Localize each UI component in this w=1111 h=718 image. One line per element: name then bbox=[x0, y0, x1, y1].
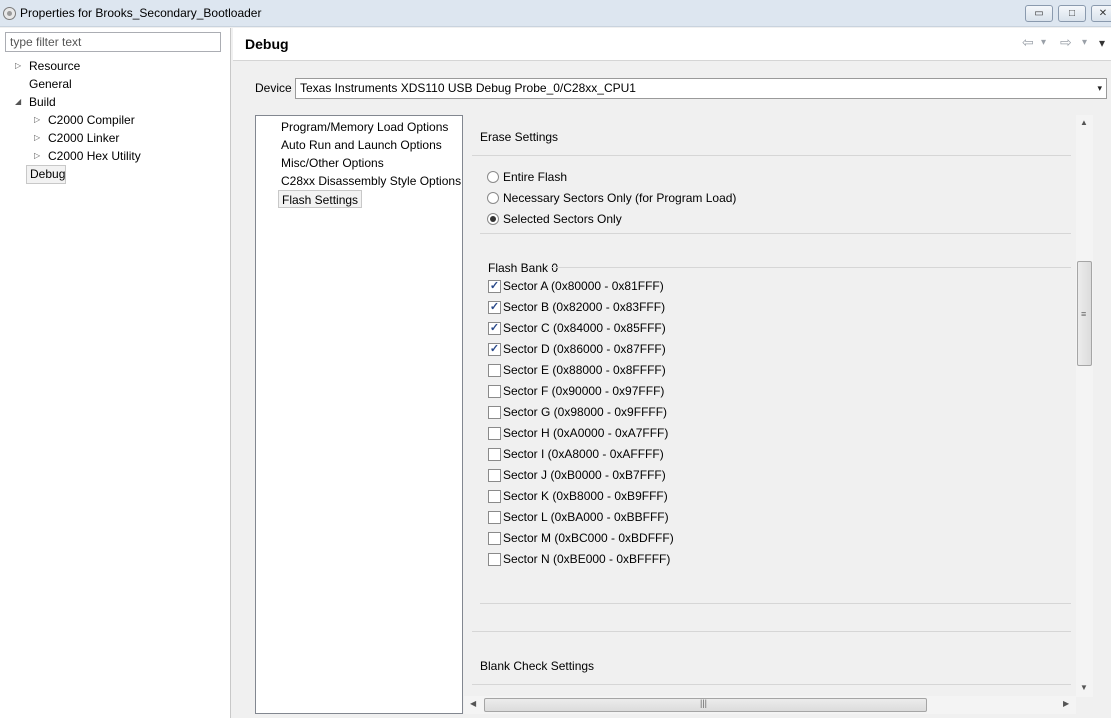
sector-label: Sector M (0xBC000 - 0xBDFFF) bbox=[503, 531, 674, 545]
title-bar: Properties for Brooks_Secondary_Bootload… bbox=[0, 0, 1111, 27]
page-title: Debug bbox=[245, 36, 289, 52]
sector-label: Sector C (0x84000 - 0x85FFF) bbox=[503, 321, 666, 335]
chevron-down-icon[interactable]: ▾ bbox=[1097, 79, 1102, 98]
checkbox[interactable] bbox=[488, 532, 501, 545]
divider bbox=[552, 267, 1071, 268]
sector-label: Sector F (0x90000 - 0x97FFF) bbox=[503, 384, 665, 398]
device-select[interactable]: Texas Instruments XDS110 USB Debug Probe… bbox=[295, 78, 1107, 99]
checkbox-checked[interactable]: ✓ bbox=[488, 322, 501, 335]
tree-item-general[interactable]: General bbox=[0, 75, 230, 93]
scroll-up-icon[interactable]: ▲ bbox=[1080, 118, 1088, 127]
sector-label: Sector J (0xB0000 - 0xB7FFF) bbox=[503, 468, 666, 482]
horizontal-scroll-thumb[interactable]: ||| bbox=[484, 698, 927, 712]
divider bbox=[472, 155, 1071, 156]
sector-label: Sector A (0x80000 - 0x81FFF) bbox=[503, 279, 664, 293]
divider bbox=[480, 233, 1071, 234]
left-pane: ▷ Resource General ◢ Build ▷ C2000 Compi… bbox=[0, 28, 231, 718]
flash-settings-panel: Erase Settings Entire Flash Necessary Se… bbox=[464, 115, 1071, 696]
tree-item-label: Resource bbox=[29, 59, 81, 73]
tree-item-label: C2000 Compiler bbox=[48, 113, 135, 127]
divider bbox=[472, 631, 1071, 632]
category-flash-settings[interactable]: Flash Settings bbox=[278, 190, 363, 208]
category-misc-other[interactable]: Misc/Other Options bbox=[281, 154, 384, 172]
checkbox[interactable] bbox=[488, 469, 501, 482]
expand-arrow-icon[interactable]: ▷ bbox=[15, 57, 21, 75]
grip-icon: ||| bbox=[700, 698, 708, 708]
device-label: Device bbox=[255, 81, 292, 95]
sector-label: Sector B (0x82000 - 0x83FFF) bbox=[503, 300, 666, 314]
tree-item-label: C2000 Linker bbox=[48, 131, 120, 145]
checkbox[interactable] bbox=[488, 553, 501, 566]
radio-button[interactable] bbox=[487, 213, 499, 225]
radio-button[interactable] bbox=[487, 192, 499, 204]
category-program-memory-load[interactable]: Program/Memory Load Options bbox=[281, 118, 448, 136]
forward-dropdown-icon[interactable]: ▾ bbox=[1082, 37, 1087, 48]
maximize-button[interactable]: □ bbox=[1058, 5, 1086, 22]
checkbox[interactable] bbox=[488, 364, 501, 377]
tree-item-resource[interactable]: ▷ Resource bbox=[0, 57, 230, 75]
back-dropdown-icon[interactable]: ▾ bbox=[1041, 37, 1046, 48]
tree-item-debug[interactable]: Debug bbox=[26, 165, 66, 184]
radio-label: Necessary Sectors Only (for Program Load… bbox=[503, 191, 737, 205]
sector-label: Sector N (0xBE000 - 0xBFFFF) bbox=[503, 552, 671, 566]
expand-arrow-icon[interactable]: ▷ bbox=[34, 147, 40, 165]
vertical-scrollbar[interactable]: ▲ ≡ ▼ bbox=[1076, 115, 1093, 697]
window-title: Properties for Brooks_Secondary_Bootload… bbox=[20, 6, 262, 20]
sector-label: Sector L (0xBA000 - 0xBBFFF) bbox=[503, 510, 669, 524]
sector-label: Sector H (0xA0000 - 0xA7FFF) bbox=[503, 426, 669, 440]
forward-arrow-icon[interactable]: ⇨ bbox=[1060, 34, 1072, 51]
radio-button[interactable] bbox=[487, 171, 499, 183]
divider bbox=[480, 603, 1071, 604]
page-header: Debug ⇦ ▾ ⇨ ▾ ▾ bbox=[233, 28, 1111, 61]
checkbox[interactable] bbox=[488, 448, 501, 461]
sector-label: Sector I (0xA8000 - 0xAFFFF) bbox=[503, 447, 664, 461]
checkbox[interactable] bbox=[488, 511, 501, 524]
close-button[interactable]: ✕ bbox=[1091, 5, 1111, 22]
checkbox[interactable] bbox=[488, 406, 501, 419]
category-disassembly-style[interactable]: C28xx Disassembly Style Options bbox=[281, 172, 461, 190]
tree-item-build[interactable]: ◢ Build bbox=[0, 93, 230, 111]
device-value: Texas Instruments XDS110 USB Debug Probe… bbox=[300, 81, 636, 95]
tree-item-c2000-hex-utility[interactable]: ▷ C2000 Hex Utility bbox=[0, 147, 230, 165]
checkbox-checked[interactable]: ✓ bbox=[488, 301, 501, 314]
right-pane: Debug ⇦ ▾ ⇨ ▾ ▾ Device Texas Instruments… bbox=[233, 28, 1111, 718]
radio-label: Selected Sectors Only bbox=[503, 212, 622, 226]
view-menu-icon[interactable]: ▾ bbox=[1099, 36, 1105, 50]
expand-arrow-icon[interactable]: ▷ bbox=[34, 111, 40, 129]
checkbox-checked[interactable]: ✓ bbox=[488, 343, 501, 356]
filter-input[interactable] bbox=[5, 32, 221, 52]
expand-arrow-icon[interactable]: ▷ bbox=[34, 129, 40, 147]
vertical-scroll-thumb[interactable]: ≡ bbox=[1077, 261, 1092, 366]
scroll-right-icon[interactable]: ▶ bbox=[1063, 699, 1069, 708]
checkbox[interactable] bbox=[488, 490, 501, 503]
category-auto-run-launch[interactable]: Auto Run and Launch Options bbox=[281, 136, 442, 154]
flash-bank-title: Flash Bank 0 bbox=[488, 261, 559, 275]
back-arrow-icon[interactable]: ⇦ bbox=[1022, 34, 1034, 51]
horizontal-scrollbar[interactable]: ◀ ||| ▶ bbox=[464, 696, 1076, 714]
tree-item-label: General bbox=[29, 77, 72, 91]
sector-label: Sector D (0x86000 - 0x87FFF) bbox=[503, 342, 666, 356]
category-list: Program/Memory Load Options Auto Run and… bbox=[255, 115, 463, 714]
collapse-arrow-icon[interactable]: ◢ bbox=[15, 93, 21, 111]
tree-item-c2000-compiler[interactable]: ▷ C2000 Compiler bbox=[0, 111, 230, 129]
sector-label: Sector G (0x98000 - 0x9FFFF) bbox=[503, 405, 668, 419]
checkbox-checked[interactable]: ✓ bbox=[488, 280, 501, 293]
blank-check-title: Blank Check Settings bbox=[480, 659, 595, 673]
sector-label: Sector E (0x88000 - 0x8FFFF) bbox=[503, 363, 666, 377]
checkbox[interactable] bbox=[488, 385, 501, 398]
grip-icon: ≡ bbox=[1081, 309, 1087, 319]
minimize-button[interactable]: ▭ bbox=[1025, 5, 1053, 22]
app-icon bbox=[3, 7, 16, 20]
sector-label: Sector K (0xB8000 - 0xB9FFF) bbox=[503, 489, 668, 503]
tree-item-label: Build bbox=[29, 95, 56, 109]
divider bbox=[472, 684, 1071, 685]
tree-item-c2000-linker[interactable]: ▷ C2000 Linker bbox=[0, 129, 230, 147]
scroll-down-icon[interactable]: ▼ bbox=[1080, 683, 1088, 692]
erase-settings-title: Erase Settings bbox=[480, 130, 559, 144]
tree-item-label: C2000 Hex Utility bbox=[48, 149, 141, 163]
checkbox[interactable] bbox=[488, 427, 501, 440]
radio-label: Entire Flash bbox=[503, 170, 568, 184]
scroll-left-icon[interactable]: ◀ bbox=[470, 699, 476, 708]
